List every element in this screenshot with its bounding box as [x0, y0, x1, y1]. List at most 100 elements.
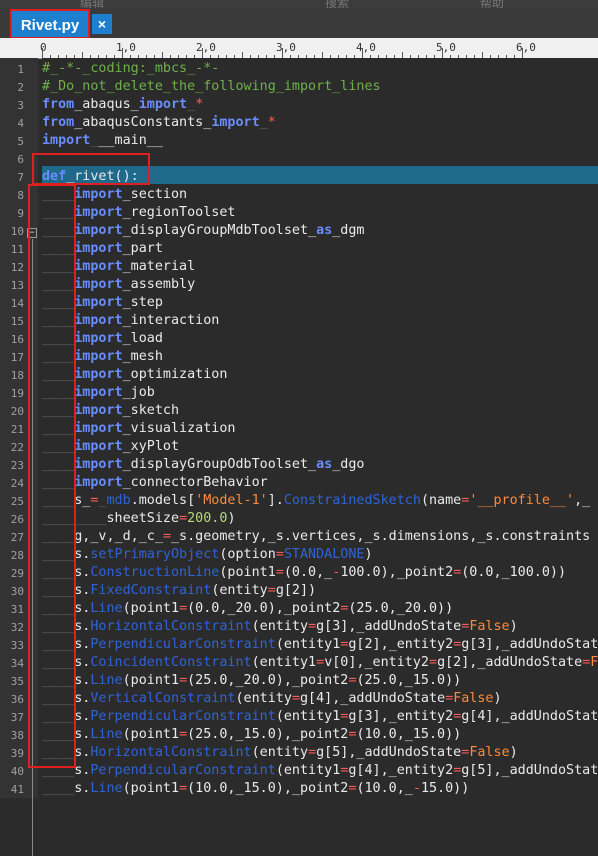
- code-token: ____: [42, 493, 75, 508]
- code-line[interactable]: ____s.CoincidentConstraint(entity1=v[0],…: [42, 655, 598, 673]
- code-token: ConstructionLine: [90, 565, 220, 580]
- code-line[interactable]: ____s.setPrimaryObject(option=STANDALONE…: [42, 547, 373, 565]
- code-line[interactable]: ____import_optimization: [42, 367, 227, 385]
- code-token: *: [267, 115, 276, 130]
- code-token: False: [469, 745, 510, 760]
- code-token: Line: [90, 601, 123, 616]
- code-line[interactable]: ____import_regionToolset: [42, 205, 236, 223]
- code-token: Fa: [590, 655, 598, 670]
- code-line[interactable]: ____s.PerpendicularConstraint(entity1=g[…: [42, 709, 598, 727]
- code-token: False: [453, 691, 494, 706]
- code-line[interactable]: ____s.Line(point1=(25.0,_15.0),_point2=(…: [42, 727, 461, 745]
- code-line[interactable]: ____import_connectorBehavior: [42, 475, 268, 493]
- code-line[interactable]: #_-*-_coding:_mbcs_-*-: [42, 61, 219, 79]
- code-line[interactable]: ____s.PerpendicularConstraint(entity1=g[…: [42, 637, 598, 655]
- tab-rivet-py[interactable]: Rivet.py: [12, 11, 88, 39]
- code-line[interactable]: ____s.VerticalConstraint(entity=g[4],_ad…: [42, 691, 502, 709]
- code-token: from: [42, 115, 75, 130]
- code-token: s.: [74, 781, 91, 796]
- code-line[interactable]: ____import_displayGroupOdbToolset_as_dgo: [42, 457, 364, 475]
- code-token: (entity: [235, 691, 292, 706]
- code-line[interactable]: ________sheetSize=200.0): [42, 511, 236, 529]
- line-number: 36: [10, 693, 24, 706]
- code-line[interactable]: ____s.PerpendicularConstraint(entity1=g[…: [42, 763, 598, 781]
- code-line[interactable]: ____import_material: [42, 259, 195, 277]
- line-number-gutter: − 1 2 3 4 5 6 7 8 9 10 11 12 13 14 15 16 17 18 19 20 21 22 23 2…: [0, 58, 38, 856]
- code-token: ].: [267, 493, 284, 508]
- line-number: 31: [10, 603, 24, 616]
- code-editor[interactable]: #_-*-_coding:_mbcs_-*- #_Do_not_delete_th…: [42, 58, 598, 798]
- code-line[interactable]: from_abaqusConstants_import_*: [42, 115, 276, 133]
- code-token: s.: [74, 547, 91, 562]
- code-line[interactable]: ____s.HorizontalConstraint(entity=g[5],_…: [42, 745, 518, 763]
- code-line[interactable]: ____s.ConstructionLine(point1=(0.0,_-100…: [42, 565, 566, 583]
- code-token: _rivet():: [66, 169, 139, 184]
- code-token: setPrimaryObject: [90, 547, 220, 562]
- code-token: =: [275, 565, 284, 580]
- ruler-tick: [122, 48, 123, 58]
- code-token: ____: [42, 565, 75, 580]
- code-token: ____: [42, 385, 75, 400]
- code-line[interactable]: ____import_step: [42, 295, 163, 313]
- code-line[interactable]: ____import_part: [42, 241, 163, 259]
- code-line[interactable]: ____import_displayGroupMdbToolset_as_dgm: [42, 223, 364, 241]
- ruler-tick: [202, 48, 203, 58]
- code-token: ____: [42, 475, 75, 490]
- code-token: ,_: [574, 493, 591, 508]
- code-line[interactable]: from_abaqus_import_*: [42, 97, 203, 115]
- code-token: import: [74, 475, 123, 490]
- code-line[interactable]: ____import_section: [42, 187, 187, 205]
- code-line[interactable]: import___main__: [42, 133, 163, 151]
- code-line[interactable]: ____import_visualization: [42, 421, 236, 439]
- code-line[interactable]: ____import_sketch: [42, 403, 179, 421]
- code-token: (point1: [122, 727, 180, 742]
- code-token: _mesh: [122, 349, 163, 364]
- code-line[interactable]: ____s.Line(point1=(10.0,_15.0),_point2=(…: [42, 781, 469, 798]
- ruler-label: 3,0: [276, 41, 296, 54]
- code-token: ________: [42, 511, 107, 526]
- code-line[interactable]: ____import_mesh: [42, 349, 163, 367]
- close-icon[interactable]: ×: [92, 14, 112, 34]
- line-number: 10: [10, 225, 24, 238]
- line-number: 7: [17, 171, 24, 184]
- code-token: #_-*-_coding:_mbcs_-*-: [42, 61, 220, 76]
- code-line[interactable]: #_Do_not_delete_the_following_import_lin…: [42, 79, 381, 97]
- ruler-label: 0: [40, 41, 47, 54]
- ruler-tick: [522, 48, 523, 58]
- code-line[interactable]: def_rivet():: [42, 169, 139, 187]
- code-token: CoincidentConstraint: [90, 655, 252, 670]
- code-line[interactable]: ____s.Line(point1=(0.0,_20.0),_point2=(2…: [42, 601, 453, 619]
- code-line[interactable]: ____s.FixedConstraint(entity=g[2]): [42, 583, 316, 601]
- code-line[interactable]: ____g,_v,_d,_c_=_s.geometry,_s.vertices,…: [42, 529, 590, 547]
- line-number: 9: [17, 207, 24, 220]
- code-line[interactable]: ____import_xyPlot: [42, 439, 179, 457]
- code-token: (option: [219, 547, 276, 562]
- code-token: STANDALONE: [283, 547, 365, 562]
- code-line[interactable]: ____s.HorizontalConstraint(entity=g[3],_…: [42, 619, 518, 637]
- code-line[interactable]: ____import_assembly: [42, 277, 195, 295]
- code-line[interactable]: ____s.Line(point1=(25.0,_20.0),_point2=(…: [42, 673, 461, 691]
- code-line[interactable]: ____import_interaction: [42, 313, 219, 331]
- line-number: 13: [10, 279, 24, 292]
- code-line[interactable]: ____import_job: [42, 385, 155, 403]
- code-token: (0.0,_20.0),_point2: [187, 601, 341, 616]
- line-number: 27: [10, 531, 24, 544]
- code-token: =: [275, 547, 284, 562]
- code-token: ____: [42, 187, 75, 202]
- line-number: 3: [17, 99, 24, 112]
- ruler-tick: [42, 48, 43, 58]
- code-token: s.: [74, 745, 91, 760]
- ruler-label: 5,0: [436, 41, 456, 54]
- code-token: _abaqusConstants_: [74, 115, 212, 130]
- fold-toggle-icon[interactable]: −: [27, 228, 37, 238]
- code-token: Line: [90, 781, 123, 796]
- code-token: Line: [90, 673, 123, 688]
- code-token: _xyPlot: [122, 439, 180, 454]
- line-number: 18: [10, 369, 24, 382]
- code-line[interactable]: ____s_=_mdb.models['Model-1'].Constraine…: [42, 493, 590, 511]
- code-token: g[2],_entity2: [348, 637, 454, 652]
- code-token: s.: [74, 763, 91, 778]
- code-token: ____: [42, 259, 75, 274]
- code-line[interactable]: ____import_load: [42, 331, 163, 349]
- code-token: s.: [74, 601, 91, 616]
